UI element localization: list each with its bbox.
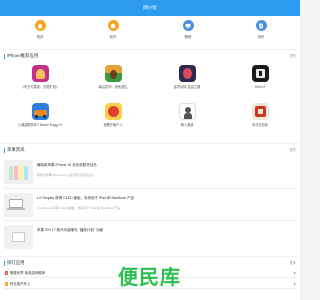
nav-item-home[interactable]: 首页 (25, 20, 55, 39)
rank-number: 1 (5, 271, 8, 275)
app-tile[interactable]: 金币侦探·自由之路 (165, 65, 209, 89)
section-accent (4, 53, 6, 59)
app-name: 《时光与雷霆：无限扩张》 (20, 85, 60, 89)
news-summary: LG Display 获得 OLED 面板，未来用于 iPad 和 MacBoo… (37, 206, 121, 210)
section-header: 苹果资讯 更多 (4, 147, 296, 153)
app-tile[interactable]: 我要开客户人 (91, 103, 135, 127)
apple-news-section: 苹果资讯 更多 曝新款苹果 iPhone 15 全系标配灵动岛 曝新款苹果 iP… (0, 144, 300, 256)
section-title: 排行应用 (7, 260, 25, 265)
app-name: 金币侦探·自由之路 (173, 85, 201, 89)
app-icon (31, 103, 49, 120)
app-tile[interactable]: 双马拉松街 (238, 103, 282, 127)
news-item[interactable]: 曝新款苹果 iPhone 15 全系标配灵动岛 曝新款苹果 iPhone 15 … (4, 156, 296, 188)
arrow-right-icon (294, 282, 296, 285)
nav-item-tutorial[interactable]: 教程 (173, 20, 203, 39)
app-name: 萌人速递 (180, 123, 194, 127)
news-title: 苹果 iOS 17 新代功能曝光 "播放计划" 功能 (37, 228, 104, 232)
more-link[interactable]: 更多 (290, 260, 296, 266)
app-tile[interactable]: 萌人速递 (165, 103, 209, 127)
app-tile[interactable]: 沙滩越野赛车2 Beach Buggy Racing 2 (18, 103, 62, 127)
package-icon (107, 20, 119, 31)
app-icon (251, 103, 269, 120)
app-name: 我要开客户人 (103, 123, 123, 127)
nav-item-software[interactable]: 软件 (98, 20, 128, 39)
app-icon (104, 103, 122, 120)
app-tile[interactable]: 《时光与雷霆：无限扩张》 (18, 65, 62, 89)
app-name: Reed 2 (254, 85, 266, 89)
recommended-apps-section: iPhone推荐应用 更多 《时光与雷霆：无限扩张》 幕后影响：绝地逃生 金币侦… (0, 50, 300, 143)
nav-label: 软件 (109, 35, 117, 39)
section-title: 苹果资讯 (7, 147, 25, 152)
more-link[interactable]: 更多 (290, 53, 296, 59)
section-accent (4, 260, 6, 266)
app-icon (178, 103, 196, 120)
app-tile[interactable]: 幕后影响：绝地逃生 (91, 65, 135, 89)
section-accent (4, 147, 6, 153)
news-title: 曝新款苹果 iPhone 15 全系标配灵动岛 (37, 163, 97, 167)
app-icon (31, 65, 49, 82)
rank-number: 2 (5, 282, 8, 286)
app-tile[interactable]: Reed 2 (238, 65, 282, 89)
quick-nav: 首页 软件 教程 资讯 (0, 16, 300, 49)
nav-label: 教程 (184, 35, 192, 39)
nav-item-news[interactable]: 资讯 (246, 20, 276, 39)
news-item[interactable]: LG Display 获得 OLED 面板，未来用于 iPad 和 MacBoo… (4, 188, 296, 220)
news-title: LG Display 获得 OLED 面板，未来用于 iPad 和 MacBoo… (37, 196, 135, 200)
app-name: 幕后影响：绝地逃生 (98, 85, 128, 89)
nav-label: 资讯 (257, 35, 265, 39)
news-summary: 曝新款苹果 iPhone 15 全系标配灵动岛设计 (37, 173, 95, 177)
document-icon (255, 20, 267, 31)
more-link[interactable]: 更多 (290, 147, 296, 153)
app-icon (178, 65, 196, 82)
news-thumbnail (4, 193, 33, 217)
monitor-icon (182, 20, 194, 31)
section-title: iPhone推荐应用 (7, 53, 39, 58)
news-thumbnail (4, 160, 33, 184)
app-icon (104, 65, 122, 82)
ranking-app-name: 别去摸汽车上 (10, 282, 31, 286)
top-bar: 网小智 (0, 0, 300, 16)
watermark-logo: 便民库 (118, 265, 181, 289)
app-name: 沙滩越野赛车2 Beach Buggy Racing 2 (18, 123, 62, 127)
news-item[interactable]: 苹果 iOS 17 新代功能曝光 "播放计划" 功能 (4, 220, 296, 252)
app-title: 网小智 (143, 5, 157, 10)
app-icon (251, 65, 269, 82)
arrow-right-icon (294, 271, 296, 274)
news-thumbnail (4, 225, 33, 249)
ranking-app-name: 蛋糕世界-收费游戏推荐 (10, 271, 46, 275)
app-name: 双马拉松街 (252, 123, 268, 127)
section-header: iPhone推荐应用 更多 (4, 53, 296, 59)
home-icon (34, 20, 46, 31)
nav-label: 首页 (36, 35, 44, 39)
